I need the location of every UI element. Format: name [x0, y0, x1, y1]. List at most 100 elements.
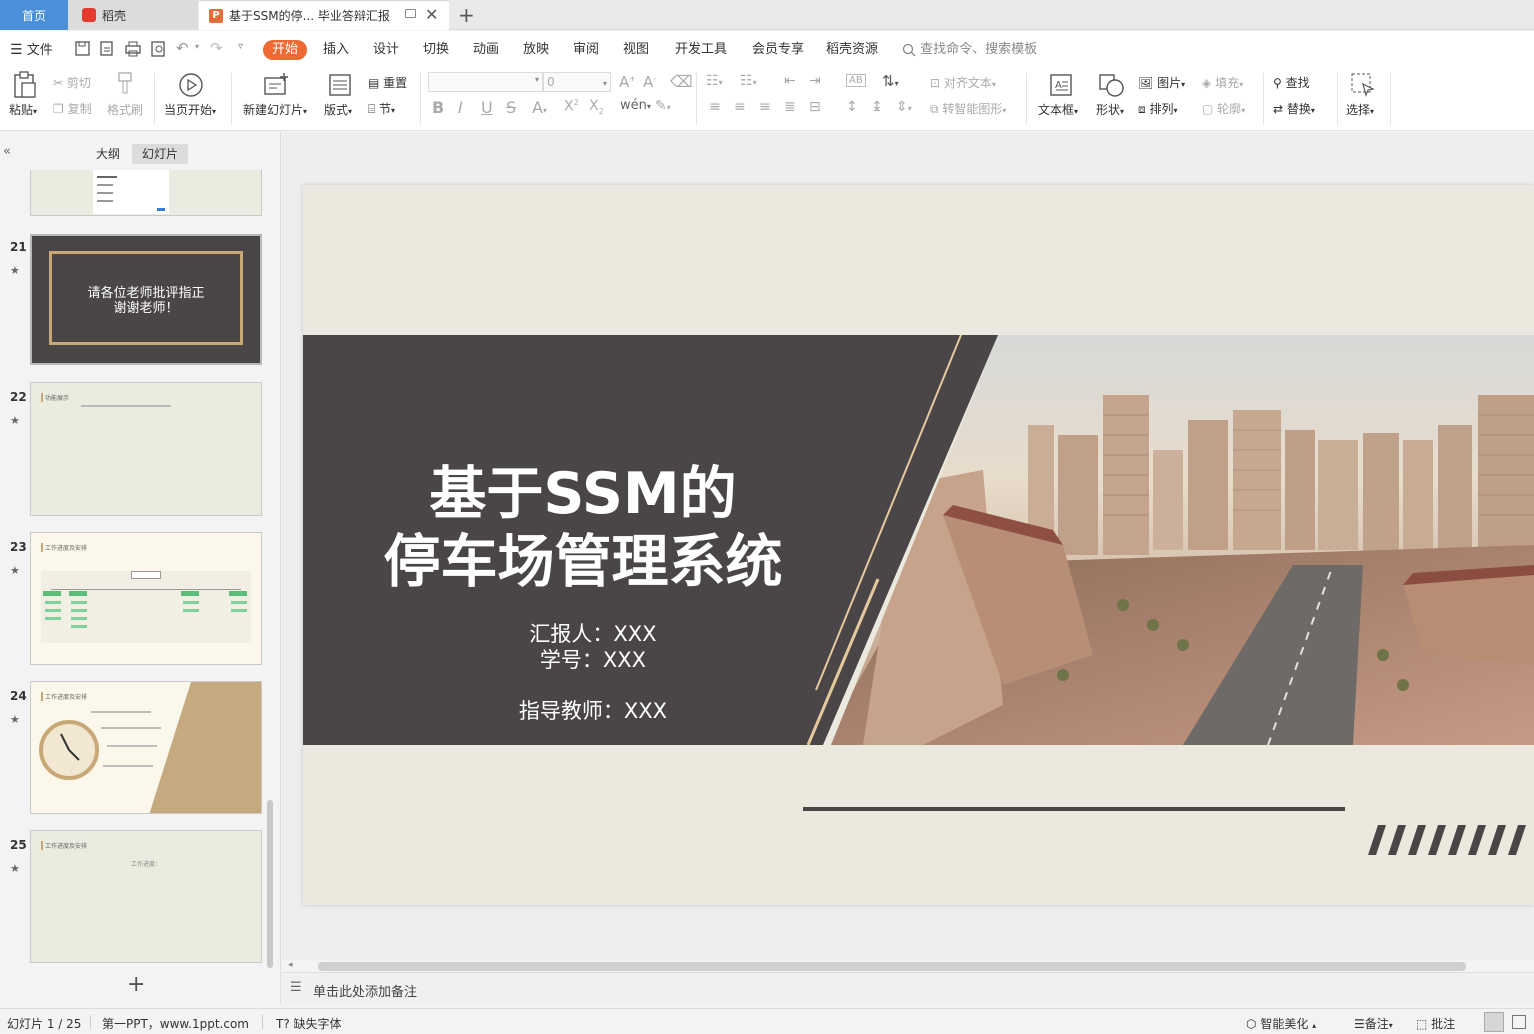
- collapse-panel-icon[interactable]: «: [3, 144, 11, 159]
- copy-button[interactable]: ❐ 复制: [53, 100, 92, 117]
- tab-home[interactable]: 首页: [0, 0, 68, 30]
- close-tab-icon[interactable]: ✕: [425, 6, 438, 24]
- tab-slides[interactable]: 幻灯片: [132, 144, 188, 164]
- justify-icon[interactable]: ≣: [784, 99, 796, 115]
- menu-animations[interactable]: 动画: [473, 40, 499, 60]
- find-button[interactable]: ⚲ 查找: [1273, 74, 1310, 91]
- export-icon[interactable]: [98, 40, 116, 58]
- align-right-icon[interactable]: ≡: [759, 99, 771, 115]
- decrease-indent-icon[interactable]: ⇤: [784, 73, 796, 89]
- line-spacing-icon[interactable]: ↕: [846, 99, 858, 115]
- pin-icon[interactable]: [405, 9, 416, 18]
- slide-thumbnail-25[interactable]: 工作进度及安排 工作进度：: [30, 830, 262, 963]
- font-family-select[interactable]: ▾: [428, 72, 543, 92]
- align-text-button[interactable]: ⊡ 对齐文本▾: [930, 74, 996, 91]
- customize-quick-access-icon[interactable]: ▿: [238, 41, 243, 52]
- slide-thumbnail-22[interactable]: 功能展示: [30, 382, 262, 516]
- select-button[interactable]: 选择▾: [1346, 101, 1374, 118]
- paste-icon[interactable]: [12, 71, 38, 99]
- italic-icon[interactable]: I: [458, 98, 463, 117]
- textbox-icon[interactable]: A: [1048, 72, 1074, 98]
- notes-pane[interactable]: ☰ 单击此处添加备注: [282, 972, 1534, 1004]
- menu-developer[interactable]: 开发工具: [675, 40, 727, 60]
- command-search[interactable]: 查找命令、搜索模板: [902, 40, 1037, 60]
- undo-icon[interactable]: ↶: [176, 39, 189, 57]
- format-painter-icon[interactable]: [114, 71, 136, 97]
- reset-button[interactable]: ▤ 重置: [368, 74, 407, 91]
- slide-title[interactable]: 基于SSM的 停车场管理系统: [343, 460, 823, 596]
- menu-design[interactable]: 设计: [373, 40, 399, 60]
- font-color-icon[interactable]: A▾: [532, 98, 547, 117]
- superscript-icon[interactable]: X2: [564, 98, 579, 115]
- new-slide-icon[interactable]: [262, 72, 290, 98]
- tab-outline[interactable]: 大纲: [88, 144, 128, 164]
- slide-thumbnail-24[interactable]: 工作进度及安排: [30, 681, 262, 814]
- arrange-button[interactable]: ⧈ 排列▾: [1138, 100, 1178, 117]
- clear-format-icon[interactable]: ⌫: [670, 72, 693, 91]
- from-current-button[interactable]: 当页开始▾: [164, 101, 216, 118]
- menu-review[interactable]: 审阅: [573, 40, 599, 60]
- menu-daoke-resources[interactable]: 稻壳资源: [826, 40, 878, 60]
- align-center-icon[interactable]: ≡: [734, 99, 746, 115]
- paste-button[interactable]: 粘贴▾: [9, 101, 37, 118]
- strikethrough-icon[interactable]: S: [506, 98, 516, 117]
- menu-slideshow[interactable]: 放映: [523, 40, 549, 60]
- print-icon[interactable]: [124, 40, 142, 58]
- section-button[interactable]: ⌸ 节▾: [368, 100, 395, 117]
- notes-toggle-button[interactable]: ☰备注▾: [1354, 1015, 1393, 1032]
- slide-thumbnail-20[interactable]: [30, 170, 262, 216]
- numbered-list-icon[interactable]: ☷▾: [740, 73, 757, 89]
- layout-icon[interactable]: [327, 72, 353, 98]
- layout-button[interactable]: 版式▾: [324, 101, 352, 118]
- menu-member[interactable]: 会员专享: [752, 40, 804, 60]
- smart-graphic-button[interactable]: ⧉ 转智能图形▾: [930, 100, 1006, 117]
- distribute-icon[interactable]: ⊟: [809, 99, 821, 115]
- tab-document[interactable]: P 基于SSM的停... 毕业答辩汇报 ✕: [199, 0, 449, 30]
- print-preview-icon[interactable]: [150, 40, 168, 58]
- cut-button[interactable]: ✂ 剪切: [53, 74, 91, 91]
- slide-sorter-view-icon[interactable]: [1512, 1015, 1526, 1029]
- increase-indent-icon[interactable]: ⇥: [809, 73, 821, 89]
- play-from-current-icon[interactable]: [178, 72, 204, 98]
- menu-transitions[interactable]: 切换: [423, 40, 449, 60]
- undo-dropdown-icon[interactable]: ▾: [195, 42, 199, 51]
- slide-thumbnail-21[interactable]: 请各位老师批评指正 谢谢老师！: [30, 234, 262, 365]
- column-spacing-icon[interactable]: ⇕▾: [896, 99, 912, 115]
- new-tab-button[interactable]: +: [458, 3, 475, 27]
- normal-view-icon[interactable]: [1484, 1012, 1504, 1032]
- new-slide-button[interactable]: 新建幻灯片▾: [243, 101, 307, 118]
- paragraph-spacing-icon[interactable]: ↨: [871, 99, 883, 115]
- slide-thumbnail-23[interactable]: 工作进度及安排: [30, 532, 262, 665]
- text-direction-icon[interactable]: AB: [846, 74, 866, 87]
- menu-insert[interactable]: 插入: [323, 40, 349, 60]
- menu-start[interactable]: 开始: [263, 40, 308, 60]
- select-icon[interactable]: [1350, 72, 1376, 98]
- subscript-icon[interactable]: X2: [589, 98, 604, 116]
- missing-font-button[interactable]: T? 缺失字体: [276, 1015, 342, 1032]
- file-menu[interactable]: ☰ 文件: [10, 40, 53, 60]
- replace-button[interactable]: ⇄ 替换▾: [1273, 100, 1315, 117]
- reporter-text[interactable]: 汇报人：XXX: [443, 621, 743, 647]
- shape-icon[interactable]: [1098, 72, 1126, 98]
- save-icon[interactable]: [74, 40, 92, 58]
- thumbnail-scrollbar[interactable]: [267, 800, 273, 968]
- decrease-font-icon[interactable]: A-: [643, 73, 656, 91]
- scroll-left-icon[interactable]: ◂: [288, 960, 293, 970]
- sort-icon[interactable]: ⇅▾: [882, 72, 899, 90]
- pinyin-icon[interactable]: wén▾: [620, 98, 651, 113]
- underline-icon[interactable]: U: [481, 98, 493, 117]
- picture-button[interactable]: 🖼 图片▾: [1138, 74, 1185, 91]
- horizontal-scrollbar[interactable]: [318, 962, 1466, 971]
- increase-font-icon[interactable]: A+: [619, 73, 636, 91]
- shape-button[interactable]: 形状▾: [1096, 101, 1124, 118]
- redo-icon[interactable]: ↷: [210, 39, 223, 57]
- slide-canvas[interactable]: 基于SSM的 停车场管理系统 汇报人：XXX 学号：XXX 指导教师：XXX: [303, 185, 1534, 905]
- fill-button[interactable]: ◈ 填充▾: [1202, 74, 1243, 91]
- student-id-text[interactable]: 学号：XXX: [443, 647, 743, 673]
- textbox-button[interactable]: 文本框▾: [1038, 101, 1078, 118]
- tab-daoke[interactable]: 稻壳: [68, 0, 198, 30]
- outline-button[interactable]: ▢ 轮廓▾: [1202, 100, 1245, 117]
- comment-button[interactable]: ⬚ 批注: [1416, 1015, 1455, 1032]
- bold-icon[interactable]: B: [432, 98, 444, 117]
- format-painter-button[interactable]: 格式刷: [107, 101, 143, 118]
